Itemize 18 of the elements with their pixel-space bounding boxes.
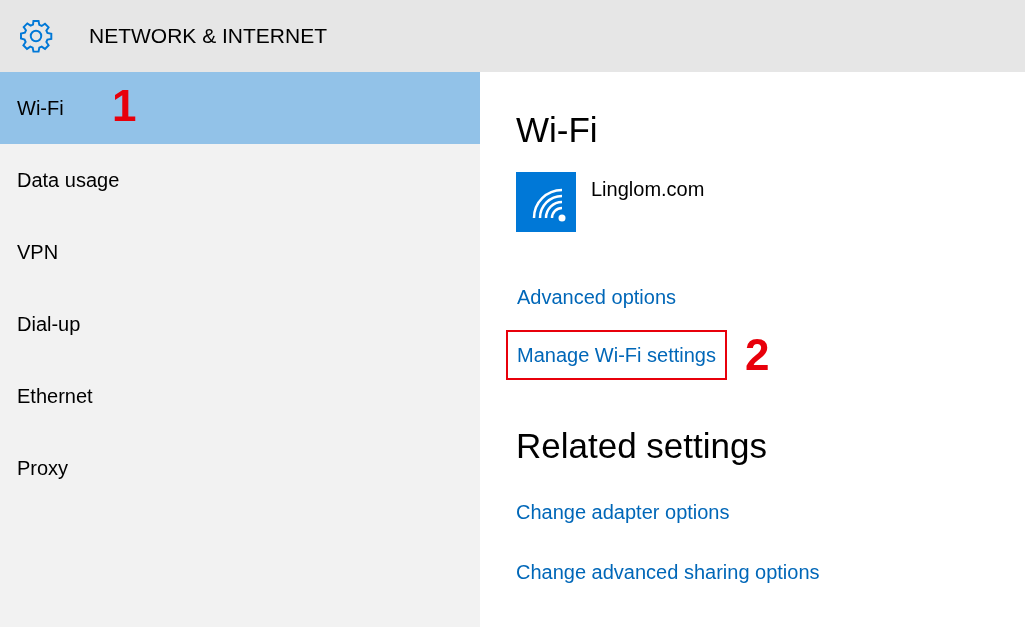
wifi-icon[interactable]: [516, 172, 576, 232]
sidebar-item[interactable]: Data usage: [0, 144, 480, 216]
settings-link[interactable]: Change advanced sharing options: [516, 557, 820, 587]
sidebar-item[interactable]: Wi-Fi 1: [0, 72, 480, 144]
sidebar-item[interactable]: Dial-up: [0, 288, 480, 360]
sidebar-item[interactable]: VPN: [0, 216, 480, 288]
network-name: Linglom.com: [591, 177, 705, 202]
section-heading: Wi-Fi: [516, 109, 599, 151]
sidebar-item[interactable]: Proxy: [0, 432, 480, 504]
settings-icon: [18, 18, 54, 54]
settings-link[interactable]: Change adapter options: [516, 497, 730, 527]
step-number: 2: [744, 333, 770, 377]
page-title: NETWORK & INTERNET: [89, 23, 327, 50]
settings-link[interactable]: Advanced options: [506, 272, 687, 322]
sidebar-item[interactable]: Ethernet: [0, 360, 480, 432]
step-number: 1: [112, 84, 137, 128]
settings-link[interactable]: Manage Wi-Fi settings: [506, 330, 727, 380]
section-heading: Related settings: [516, 425, 768, 467]
